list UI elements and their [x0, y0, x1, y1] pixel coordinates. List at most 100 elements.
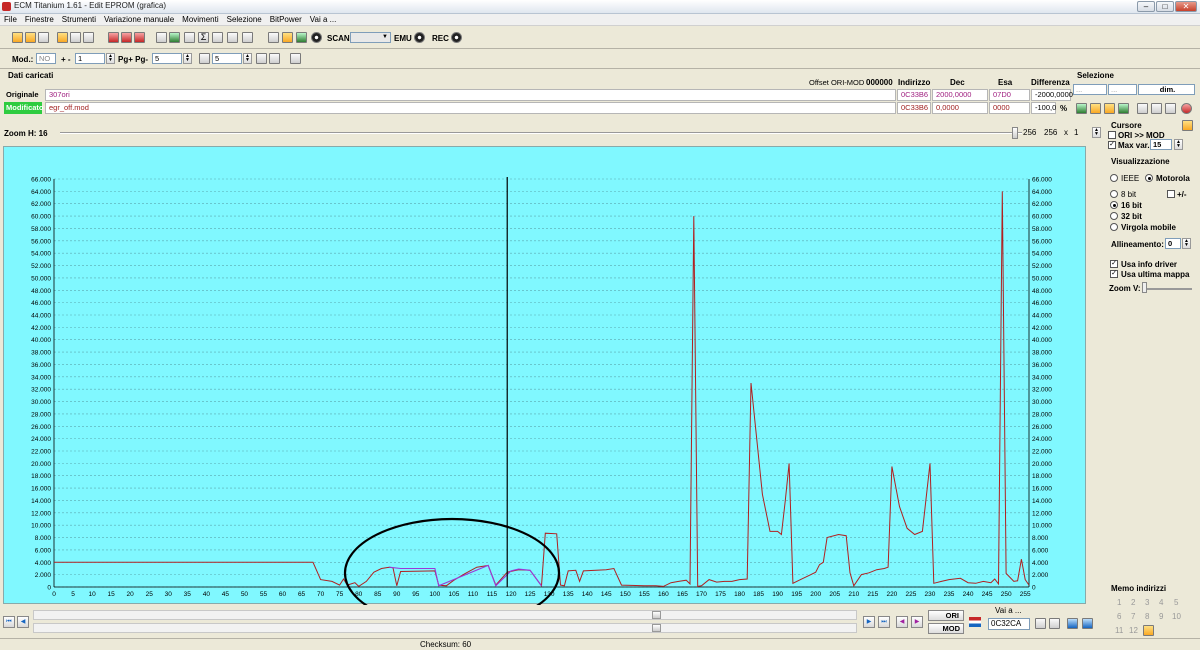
sel-first-icon[interactable]	[1076, 103, 1087, 114]
home-icon[interactable]	[12, 32, 23, 43]
zoom-thumb[interactable]	[1012, 127, 1018, 139]
target-icon[interactable]	[311, 32, 322, 43]
menu-variazione-manuale[interactable]: Variazione manuale	[100, 14, 178, 25]
sel-end-icon[interactable]	[1118, 103, 1129, 114]
memo-slot-8[interactable]: 8	[1145, 612, 1149, 621]
float-radio[interactable]	[1110, 223, 1118, 231]
link-icon[interactable]	[156, 32, 167, 43]
menu-selezione[interactable]: Selezione	[223, 14, 266, 25]
memo-slot-12[interactable]: 12	[1129, 626, 1138, 635]
sel-mark-icon[interactable]	[1104, 103, 1115, 114]
open-folder-icon[interactable]	[25, 32, 36, 43]
next-diff-button[interactable]: ▶	[911, 616, 923, 628]
chart-area[interactable]: 0 0 2.000 2.000 4.000 4.000 6.000 6.000 8.000 8.0…	[3, 146, 1087, 629]
step-field[interactable]: 5	[212, 53, 242, 64]
sigma-icon[interactable]: Σ	[198, 32, 209, 43]
grid-icon[interactable]	[256, 53, 267, 64]
scan-dropdown[interactable]: ▼	[350, 32, 391, 43]
menu-bitpower[interactable]: BitPower	[266, 14, 306, 25]
plusminus-field[interactable]: 1	[75, 53, 105, 64]
horizontal-scrollbar-mod[interactable]	[33, 623, 857, 633]
memo-slot-1[interactable]: 1	[1117, 598, 1121, 607]
mod-button[interactable]: MOD	[928, 623, 964, 634]
bit32-radio[interactable]	[1110, 212, 1118, 220]
page-icon[interactable]	[199, 53, 210, 64]
bit16-radio[interactable]	[1110, 201, 1118, 209]
menu-file[interactable]: File	[0, 14, 21, 25]
grid2-icon[interactable]	[269, 53, 280, 64]
goto-table2-icon[interactable]	[1049, 618, 1060, 629]
memo-slot-5[interactable]: 5	[1174, 598, 1178, 607]
maximize-button[interactable]: □	[1156, 1, 1174, 12]
max-var-field[interactable]: 15	[1150, 139, 1172, 150]
paste-icon[interactable]	[1151, 103, 1162, 114]
menu-strumenti[interactable]: Strumenti	[58, 14, 100, 25]
max-var-checkbox[interactable]: ✓	[1108, 141, 1116, 149]
eprom-chart[interactable]: 0 02.000 2.0004.000 4.0006.000 6.0008.000 8.0…	[4, 147, 1087, 629]
memo-slot-9[interactable]: 9	[1159, 612, 1163, 621]
table-icon[interactable]	[134, 32, 145, 43]
selection-end-field[interactable]: ...	[1108, 84, 1137, 95]
zoom-track[interactable]	[60, 132, 1022, 134]
binoculars-icon[interactable]	[242, 32, 253, 43]
goto-table-icon[interactable]	[1035, 618, 1046, 629]
mod-field[interactable]: NO	[36, 53, 56, 64]
sel-mid-icon[interactable]	[1090, 103, 1101, 114]
use-driver-checkbox[interactable]: ✓	[1110, 260, 1118, 268]
memo-slot-3[interactable]: 3	[1145, 598, 1149, 607]
undo-icon[interactable]	[1181, 103, 1192, 114]
scroll-thumb-ori[interactable]	[652, 611, 661, 619]
flag-icon[interactable]	[969, 617, 981, 627]
save-as-icon[interactable]	[83, 32, 94, 43]
motorola-radio[interactable]	[1145, 174, 1153, 182]
prev-page-button[interactable]: ◀	[17, 616, 29, 628]
memo-slot-4[interactable]: 4	[1159, 598, 1163, 607]
step-spinner[interactable]: ▲ ▼	[243, 53, 252, 64]
align-spinner[interactable]: ▲ ▼	[1182, 238, 1191, 249]
zoom-spinner[interactable]: ▲ ▼	[1092, 127, 1101, 138]
first-page-button[interactable]: ⏮	[3, 616, 15, 628]
memo-slot-6[interactable]: 6	[1117, 612, 1121, 621]
menu-movimenti[interactable]: Movimenti	[178, 14, 222, 25]
tools-icon[interactable]	[184, 32, 195, 43]
view-icon[interactable]	[290, 53, 301, 64]
scroll-thumb-mod[interactable]	[652, 624, 661, 632]
goto-address-field[interactable]: 0C32CA	[988, 618, 1030, 630]
memo-slot-2[interactable]: 2	[1131, 598, 1135, 607]
last-page-button[interactable]: ⏭	[878, 616, 890, 628]
ori-button[interactable]: ORI	[928, 610, 964, 621]
paste-special-icon[interactable]	[1165, 103, 1176, 114]
minimize-button[interactable]: –	[1137, 1, 1155, 12]
use-last-checkbox[interactable]: ✓	[1110, 270, 1118, 278]
emu-icon[interactable]	[414, 32, 425, 43]
goto-forward-icon[interactable]	[1082, 618, 1093, 629]
memo-save-icon[interactable]	[1143, 625, 1154, 636]
memo-slot-11[interactable]: 11	[1115, 626, 1123, 635]
close-button[interactable]: ✕	[1175, 1, 1197, 12]
selection-dim-field[interactable]: dim.	[1138, 84, 1195, 95]
print-icon[interactable]	[268, 32, 279, 43]
plusminus-spinner[interactable]: ▲ ▼	[106, 53, 115, 64]
pg-field[interactable]: 5	[152, 53, 182, 64]
horizontal-scrollbar-ori[interactable]	[33, 610, 857, 620]
ori-mod-checkbox[interactable]	[1108, 131, 1116, 139]
memo-slot-10[interactable]: 10	[1172, 612, 1181, 621]
save-icon[interactable]	[70, 32, 81, 43]
next-page-button[interactable]: ▶	[863, 616, 875, 628]
cursor-icon[interactable]	[1182, 120, 1193, 131]
close-doc-icon[interactable]	[38, 32, 49, 43]
bit8-radio[interactable]	[1110, 190, 1118, 198]
goto-back-icon[interactable]	[1067, 618, 1078, 629]
battery-icon[interactable]	[169, 32, 180, 43]
compare-icon[interactable]	[121, 32, 132, 43]
selection-start-field[interactable]: ...	[1073, 84, 1107, 95]
align-field[interactable]: 0	[1165, 238, 1181, 249]
folder-icon[interactable]	[57, 32, 68, 43]
lock-icon[interactable]	[282, 32, 293, 43]
signed-checkbox[interactable]	[1167, 190, 1175, 198]
zoom-v-track[interactable]	[1142, 288, 1192, 290]
graph-icon[interactable]	[227, 32, 238, 43]
ieee-radio[interactable]	[1110, 174, 1118, 182]
checksum-icon[interactable]	[108, 32, 119, 43]
runner-icon[interactable]	[296, 32, 307, 43]
